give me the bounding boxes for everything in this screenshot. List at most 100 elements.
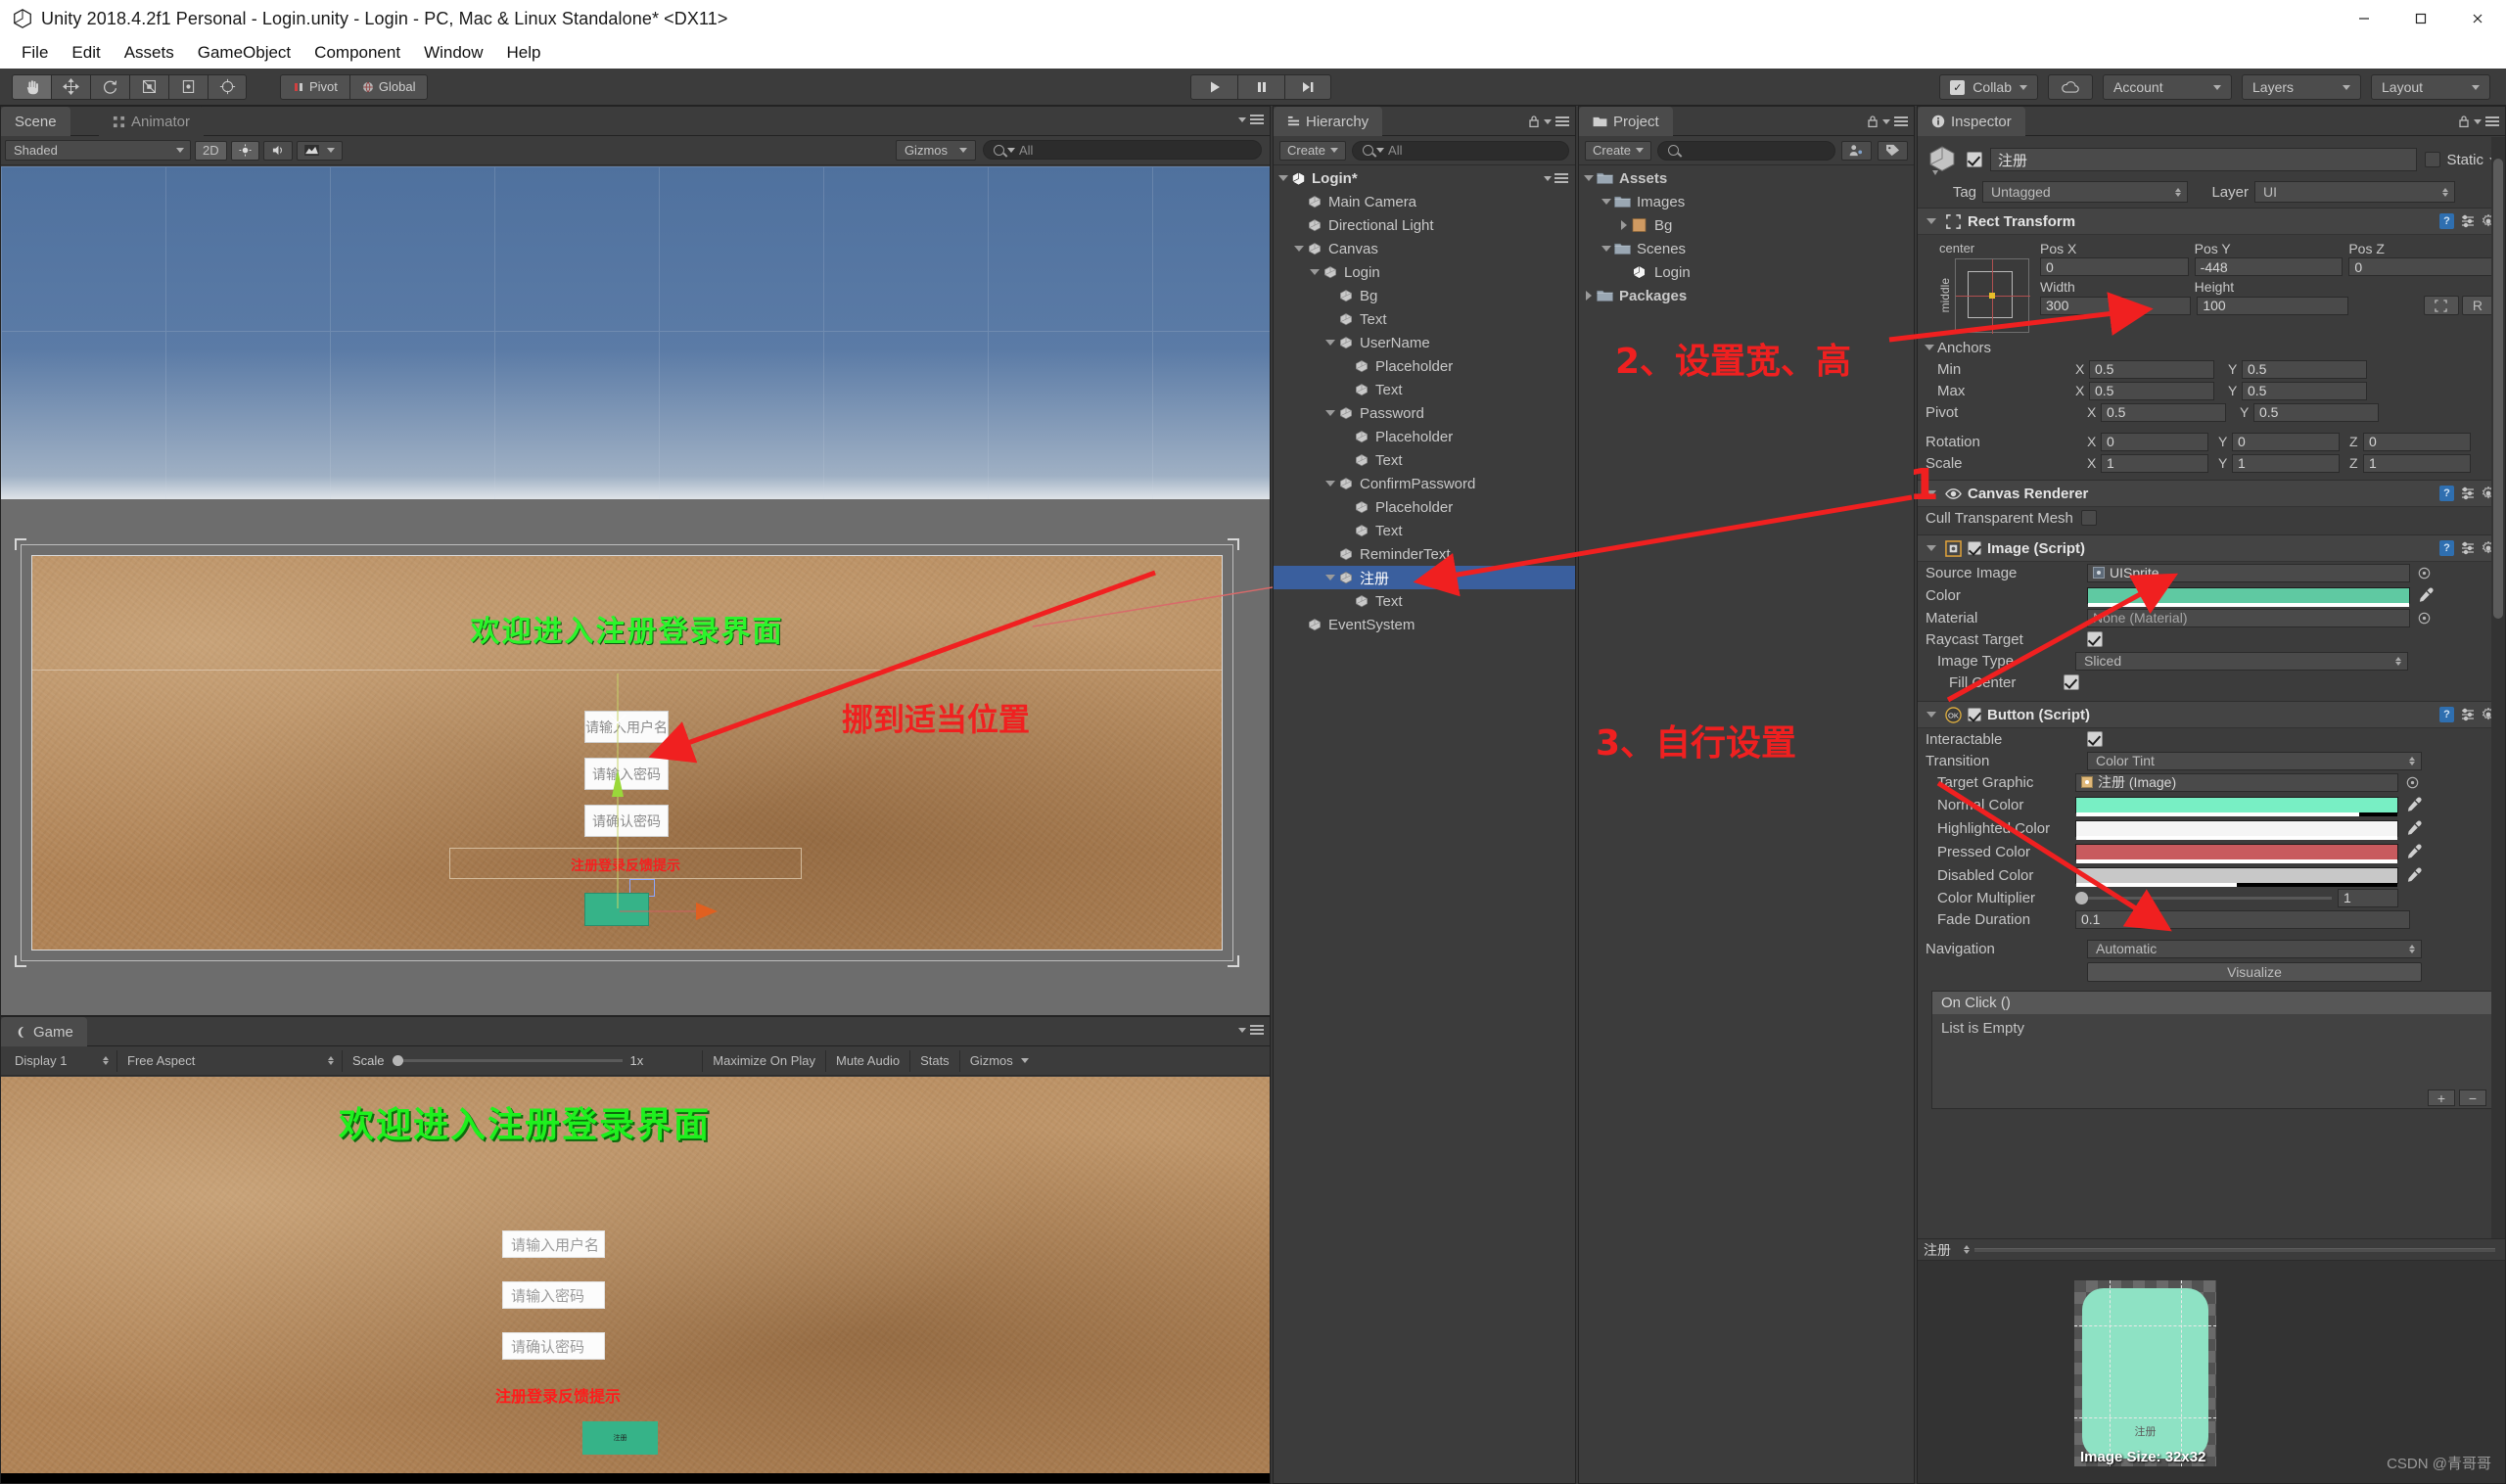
help-icon[interactable]: ?	[2439, 540, 2454, 556]
rot-z-input[interactable]: 0	[2363, 432, 2471, 451]
image-script-header[interactable]: Image (Script) ?	[1918, 534, 2505, 562]
scale-x-input[interactable]: 1	[2101, 453, 2208, 473]
highlighted-color-swatch[interactable]	[2075, 819, 2398, 840]
pause-icon[interactable]	[1237, 74, 1284, 100]
scene-audio-toggle[interactable]	[262, 140, 293, 161]
help-icon[interactable]: ?	[2439, 707, 2454, 722]
hierarchy-item-eventsystem[interactable]: EventSystem	[1274, 613, 1575, 636]
game-confirm-field[interactable]: 请确认密码	[502, 1332, 605, 1360]
pos-x-input[interactable]: 0	[2040, 257, 2189, 276]
button-script-header[interactable]: OK Button (Script) ?	[1918, 701, 2505, 728]
collab-button[interactable]: ✓ Collab	[1939, 74, 2038, 100]
scale-tool-icon[interactable]	[129, 73, 168, 100]
menu-gameobject[interactable]: GameObject	[186, 40, 302, 66]
pressed-color-swatch[interactable]	[2075, 843, 2398, 863]
hierarchy-item-text[interactable]: Text	[1274, 589, 1575, 613]
canvas-renderer-header[interactable]: Canvas Renderer ?	[1918, 480, 2505, 507]
tree-expand-arrow-icon[interactable]	[1581, 284, 1597, 307]
tab-hierarchy[interactable]: Hierarchy	[1274, 107, 1383, 136]
tree-collapse-arrow-icon[interactable]	[1323, 566, 1338, 589]
button-enabled-checkbox[interactable]	[1968, 708, 1981, 721]
hierarchy-item-confirmpassword[interactable]: ConfirmPassword	[1274, 472, 1575, 495]
hierarchy-tree[interactable]: Login* Main Camera Directional Light Canva…	[1274, 166, 1575, 1483]
static-checkbox[interactable]	[2425, 152, 2441, 167]
image-material-input[interactable]: None (Material)	[2087, 608, 2410, 627]
preset-icon[interactable]	[2461, 708, 2475, 721]
hand-tool-icon[interactable]	[12, 73, 51, 100]
scale-z-input[interactable]: 1	[2363, 453, 2471, 473]
hierarchy-scene-root[interactable]: Login*	[1274, 166, 1575, 190]
anchor-max-y-input[interactable]: 0.5	[2242, 381, 2367, 400]
scene-fx-toggle[interactable]	[296, 140, 343, 161]
hierarchy-item-password[interactable]: Password	[1274, 401, 1575, 425]
tree-expand-arrow-icon[interactable]	[1616, 213, 1632, 237]
play-icon[interactable]	[1190, 74, 1237, 100]
pivot-x-input[interactable]: 0.5	[2101, 402, 2226, 422]
navigation-dropdown[interactable]: Automatic	[2087, 939, 2422, 958]
rect-tool-icon[interactable]	[168, 73, 208, 100]
cloud-button[interactable]	[2048, 74, 2093, 100]
scene-confirm-field[interactable]: 请确认密码	[584, 805, 669, 837]
scene-viewport[interactable]: 欢迎进入注册登录界面 请输入用户名 请输入密码 请确认密码 注册登录反馈提示	[1, 166, 1270, 1015]
hierarchy-item-login[interactable]: Login	[1274, 260, 1575, 284]
scale-y-input[interactable]: 1	[2232, 453, 2340, 473]
project-item-bg[interactable]: Bg	[1579, 213, 1914, 237]
eyedropper-icon[interactable]	[2406, 820, 2422, 836]
lock-icon[interactable]	[2458, 115, 2470, 128]
blueprint-mode-button[interactable]	[2423, 296, 2459, 315]
eyedropper-icon[interactable]	[2406, 797, 2422, 812]
draw-mode-dropdown[interactable]: Shaded	[5, 140, 191, 161]
hierarchy-item-bg[interactable]: Bg	[1274, 284, 1575, 307]
interactable-checkbox[interactable]	[2087, 731, 2103, 747]
game-tab-menu[interactable]	[1238, 1025, 1264, 1035]
anchor-max-x-input[interactable]: 0.5	[2089, 381, 2214, 400]
rect-transform-header[interactable]: Rect Transform ?	[1918, 208, 2505, 235]
image-color-swatch[interactable]	[2087, 586, 2410, 607]
raycast-target-checkbox[interactable]	[2087, 631, 2103, 647]
scene-password-field[interactable]: 请输入密码	[584, 758, 669, 790]
project-tab-menu[interactable]	[1867, 115, 1908, 128]
lock-icon[interactable]	[1528, 115, 1540, 128]
normal-color-swatch[interactable]	[2075, 796, 2398, 816]
project-filter-type-button[interactable]	[1841, 140, 1872, 161]
preset-icon[interactable]	[2461, 541, 2475, 555]
hierarchy-search-input[interactable]: All	[1352, 140, 1569, 161]
layer-dropdown[interactable]: UI	[2254, 181, 2455, 203]
tab-scene[interactable]: Scene	[1, 107, 70, 136]
project-item-scenes[interactable]: Scenes	[1579, 237, 1914, 260]
scene-tab-menu[interactable]	[1238, 115, 1264, 124]
game-scale-slider[interactable]: Scale 1x	[343, 1053, 653, 1068]
color-multiplier-input[interactable]: 1	[2338, 888, 2398, 907]
project-create-button[interactable]: Create	[1585, 140, 1652, 161]
static-toggle[interactable]: Static	[2425, 152, 2497, 168]
pos-y-input[interactable]: -448	[2194, 257, 2344, 276]
anchor-min-x-input[interactable]: 0.5	[2089, 359, 2214, 379]
anchor-preset-widget[interactable]	[1955, 258, 2030, 334]
scene-lighting-toggle[interactable]	[230, 140, 259, 161]
project-item-assets[interactable]: Assets	[1579, 166, 1914, 190]
hierarchy-item-username[interactable]: UserName	[1274, 331, 1575, 354]
rot-x-input[interactable]: 0	[2101, 432, 2208, 451]
move-tool-icon[interactable]	[51, 73, 90, 100]
image-type-dropdown[interactable]: Sliced	[2075, 651, 2408, 671]
hierarchy-item-text[interactable]: Text	[1274, 448, 1575, 472]
menu-file[interactable]: File	[10, 40, 60, 66]
tree-collapse-arrow-icon[interactable]	[1323, 331, 1338, 354]
game-aspect-dropdown[interactable]: Free Aspect	[117, 1049, 343, 1072]
source-image-input[interactable]: UISprite	[2087, 563, 2410, 582]
project-search-input[interactable]	[1657, 140, 1835, 161]
game-gizmos-button[interactable]: Gizmos	[958, 1049, 1039, 1072]
scene-search-input[interactable]: All	[983, 140, 1262, 160]
color-multiplier-slider[interactable]	[2075, 889, 2332, 907]
cull-transparent-checkbox[interactable]	[2080, 510, 2097, 526]
help-icon[interactable]: ?	[2439, 213, 2454, 229]
game-display-dropdown[interactable]: Display 1	[5, 1049, 117, 1072]
tab-project[interactable]: Project	[1579, 107, 1673, 136]
hierarchy-item-remindertext[interactable]: ReminderText	[1274, 542, 1575, 566]
tree-collapse-arrow-icon[interactable]	[1323, 401, 1338, 425]
eyedropper-icon[interactable]	[2406, 844, 2422, 859]
scene-2d-toggle[interactable]: 2D	[195, 140, 227, 161]
width-input[interactable]: 300	[2040, 296, 2192, 315]
scene-register-button[interactable]	[584, 893, 649, 926]
hierarchy-item-placeholder[interactable]: Placeholder	[1274, 425, 1575, 448]
